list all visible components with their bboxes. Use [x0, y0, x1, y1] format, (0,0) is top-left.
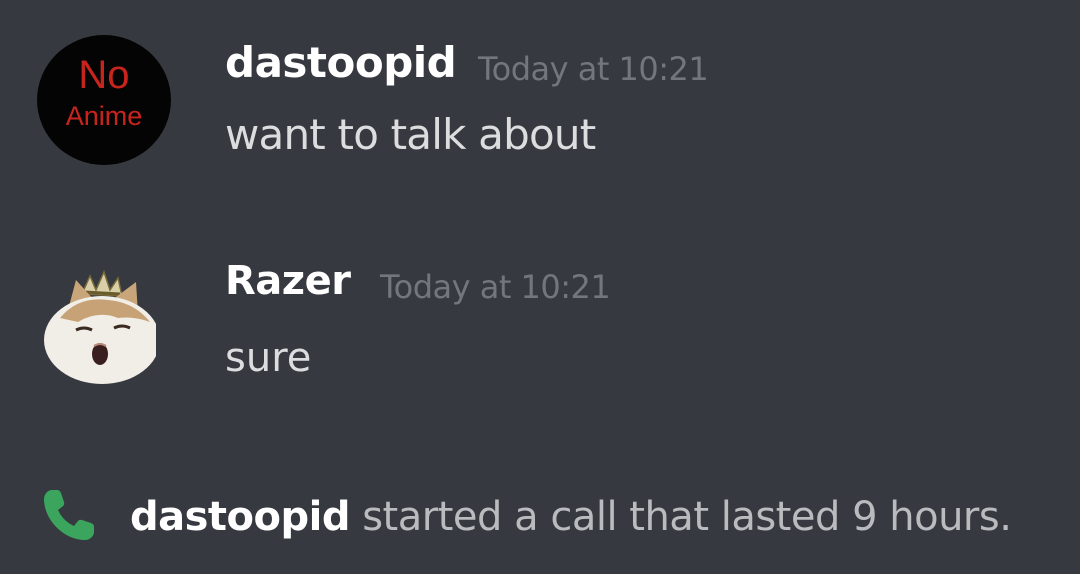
message-username[interactable]: dastoopid — [225, 38, 457, 87]
user-avatar[interactable]: No Anime — [37, 35, 171, 165]
call-username[interactable]: dastoopid — [130, 494, 351, 540]
phone-icon — [38, 484, 100, 546]
avatar-logo-text: No — [78, 53, 130, 97]
message-timestamp: Today at 10:21 — [478, 50, 709, 88]
cat-avatar-icon[interactable] — [38, 266, 156, 384]
message-timestamp: Today at 10:21 — [380, 268, 611, 306]
call-summary: dastoopid started a call that lasted 9 h… — [130, 494, 1012, 540]
call-description: started a call that lasted 9 hours. — [350, 494, 1012, 540]
message-username[interactable]: Razer — [225, 258, 351, 304]
avatar-logo-text: Anime — [65, 101, 143, 131]
message-content: sure — [225, 335, 312, 381]
message-content: want to talk about — [225, 110, 596, 159]
